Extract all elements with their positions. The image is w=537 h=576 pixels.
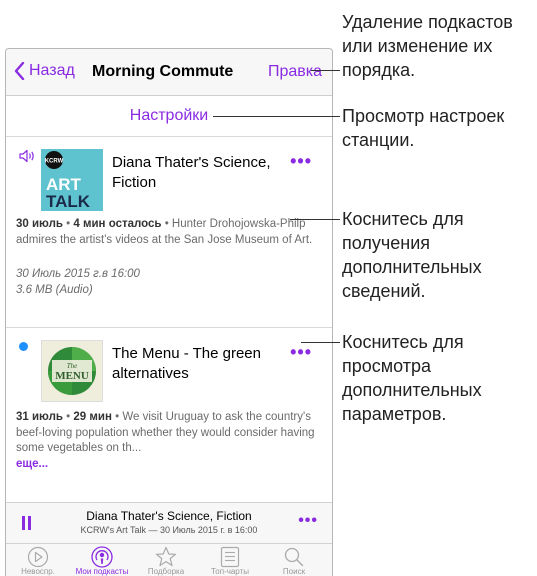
art-the-text: The xyxy=(67,362,78,370)
more-options-button[interactable]: ••• xyxy=(290,151,312,172)
episode-duration: 29 мин xyxy=(73,411,112,423)
phone-screen: Назад Morning Commute Правка Настройки K… xyxy=(5,48,333,576)
tab-featured[interactable]: Подборка xyxy=(134,544,198,576)
pause-icon[interactable] xyxy=(22,516,32,530)
episode-date: 31 июль xyxy=(16,411,63,423)
episode-description: 31 июль • 29 мин • We visit Uruguay to a… xyxy=(16,411,315,470)
more-link[interactable]: еще... xyxy=(16,458,48,470)
back-button[interactable]: Назад xyxy=(14,62,75,80)
tab-search[interactable]: Поиск xyxy=(262,544,326,576)
callout-details: Коснитесь для получения дополнительных с… xyxy=(342,209,482,301)
navigation-bar: Назад Morning Commute Правка xyxy=(6,49,332,96)
callout-leader-edit xyxy=(311,70,340,71)
episode-artwork: The MENU xyxy=(41,340,103,402)
kcrw-logo: KCRW ART TALK xyxy=(45,151,91,211)
episode-title: The Menu - The green alternatives xyxy=(112,345,261,382)
callout-leader-settings xyxy=(213,116,340,117)
callout-leader-details xyxy=(290,219,340,220)
chevron-left-icon xyxy=(14,62,25,80)
tab-unplayed[interactable]: Невоспр. xyxy=(6,544,70,576)
player-more-button[interactable]: ••• xyxy=(298,512,318,530)
tab-bar: Невоспр. Мои подкасты Подборка Топ-чарты… xyxy=(6,543,332,576)
episode-duration: 4 мин осталось xyxy=(73,218,162,230)
tab-top-charts[interactable]: Топ-чарты xyxy=(198,544,262,576)
tab-my-podcasts[interactable]: Мои подкасты xyxy=(70,544,134,576)
episode-date: 30 июль xyxy=(16,218,63,230)
callout-settings: Просмотр настроек станции. xyxy=(342,106,505,150)
episode-pub-date: 30 Июль 2015 г.в 16:00 xyxy=(16,268,140,280)
episode-row[interactable]: The MENU The Menu - The green alternativ… xyxy=(6,328,332,502)
play-circle-icon xyxy=(27,546,49,568)
callout-edit: Удаление подкастов или изменение их поря… xyxy=(342,12,513,80)
now-playing-subtitle: KCRW's Art Talk — 30 Июль 2015 г. в 16:0… xyxy=(80,525,258,535)
art-kcrw-text: KCRW xyxy=(45,159,64,165)
list-icon xyxy=(220,546,240,568)
art-talk-text: TALK xyxy=(46,192,91,211)
episode-row[interactable]: KCRW ART TALK Diana Thater's Science, Fi… xyxy=(6,137,332,328)
page-title: Morning Commute xyxy=(92,63,234,80)
art-menu-text: MENU xyxy=(55,370,89,382)
episode-description: 30 июль • 4 мин осталось • Hunter Drohoj… xyxy=(16,218,313,246)
episode-size: 3.6 MB (Audio) xyxy=(16,283,93,296)
speaker-icon xyxy=(19,149,34,163)
edit-button[interactable]: Правка xyxy=(268,63,322,81)
back-label: Назад xyxy=(29,62,75,79)
star-icon xyxy=(155,546,177,567)
episode-artwork: KCRW ART TALK xyxy=(41,149,103,211)
more-options-button[interactable]: ••• xyxy=(290,342,312,363)
episode-meta: 30 Июль 2015 г.в 16:00 3.6 MB (Audio) xyxy=(16,267,140,298)
search-icon xyxy=(284,547,304,567)
callout-options: Коснитесь для просмотра дополнительных п… xyxy=(342,332,482,424)
episode-title: Diana Thater's Science, Fiction xyxy=(112,154,271,191)
podcast-icon xyxy=(91,546,113,568)
callout-leader-options xyxy=(301,342,340,343)
mini-player[interactable]: Diana Thater's Science, Fiction KCRW's A… xyxy=(6,502,332,543)
the-menu-logo: The MENU xyxy=(48,347,96,395)
unplayed-dot xyxy=(19,342,28,351)
now-playing-title: Diana Thater's Science, Fiction xyxy=(86,509,252,523)
